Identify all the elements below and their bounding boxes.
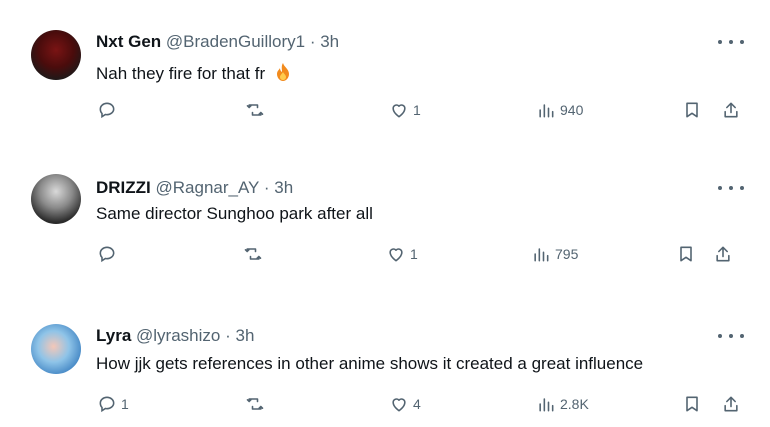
view-count: 2.8K bbox=[560, 396, 589, 412]
heart-icon bbox=[392, 398, 406, 412]
reply-icon bbox=[99, 102, 115, 119]
like-count: 1 bbox=[413, 102, 421, 118]
bookmark-button[interactable] bbox=[676, 244, 696, 264]
fire-emoji-icon bbox=[276, 63, 289, 81]
reply-card[interactable]: Nxt Gen @BradenGuillory1 · 3h Nah they f… bbox=[0, 0, 770, 140]
share-button[interactable] bbox=[721, 100, 741, 120]
repost-icon bbox=[246, 104, 264, 116]
display-name[interactable]: Nxt Gen bbox=[96, 32, 161, 51]
like-button[interactable]: 1 bbox=[389, 100, 421, 120]
display-name[interactable]: Lyra bbox=[96, 326, 131, 345]
avatar[interactable] bbox=[31, 30, 81, 80]
display-name[interactable]: DRIZZI bbox=[96, 178, 151, 197]
heart-icon bbox=[389, 248, 403, 262]
heart-icon bbox=[392, 104, 406, 118]
share-button[interactable] bbox=[713, 244, 733, 264]
more-options-button[interactable] bbox=[718, 328, 744, 344]
reply-icon bbox=[99, 396, 115, 413]
like-count: 4 bbox=[413, 396, 421, 412]
reply-text: Same director Sunghoo park after all bbox=[96, 204, 373, 223]
reply-button[interactable] bbox=[97, 100, 121, 120]
timestamp[interactable]: 3h bbox=[236, 326, 255, 345]
bookmark-icon bbox=[686, 396, 698, 412]
reply-text: Nah they fire for that fr bbox=[96, 64, 266, 83]
bookmark-icon bbox=[686, 102, 698, 118]
handle[interactable]: @Ragnar_AY bbox=[156, 178, 260, 197]
timestamp[interactable]: 3h bbox=[274, 178, 293, 197]
like-button[interactable]: 4 bbox=[389, 394, 421, 414]
handle[interactable]: @BradenGuillory1 bbox=[166, 32, 305, 51]
reply-count: 1 bbox=[121, 396, 129, 412]
repost-button[interactable] bbox=[245, 100, 269, 120]
reply-card[interactable]: DRIZZI @Ragnar_AY · 3h Same director Sun… bbox=[0, 140, 770, 290]
reply-text: How jjk gets references in other anime s… bbox=[96, 354, 644, 373]
timestamp[interactable]: 3h bbox=[320, 32, 339, 51]
more-options-button[interactable] bbox=[718, 34, 744, 50]
share-icon bbox=[724, 102, 738, 118]
bookmark-button[interactable] bbox=[682, 100, 702, 120]
views-button[interactable]: 940 bbox=[536, 100, 583, 120]
analytics-icon bbox=[539, 398, 554, 412]
analytics-icon bbox=[539, 104, 554, 118]
share-button[interactable] bbox=[721, 394, 741, 414]
views-button[interactable]: 2.8K bbox=[536, 394, 589, 414]
bookmark-button[interactable] bbox=[682, 394, 702, 414]
separator: · bbox=[309, 32, 316, 51]
view-count: 940 bbox=[560, 102, 584, 118]
view-count: 795 bbox=[555, 246, 579, 262]
reply-icon bbox=[99, 246, 115, 263]
analytics-icon bbox=[534, 248, 549, 262]
reply-card[interactable]: Lyra @lyrashizo · 3h How jjk gets refere… bbox=[0, 290, 770, 427]
views-button[interactable]: 795 bbox=[531, 244, 578, 264]
separator: · bbox=[263, 178, 270, 197]
repost-button[interactable] bbox=[245, 394, 269, 414]
separator: · bbox=[225, 326, 231, 345]
reply-button[interactable] bbox=[97, 244, 121, 264]
bookmark-icon bbox=[680, 246, 692, 262]
handle[interactable]: @lyrashizo bbox=[136, 326, 220, 345]
avatar[interactable] bbox=[31, 174, 81, 224]
like-button[interactable]: 1 bbox=[386, 244, 418, 264]
like-count: 1 bbox=[410, 246, 418, 262]
repost-icon bbox=[246, 398, 264, 410]
repost-icon bbox=[244, 248, 262, 260]
avatar[interactable] bbox=[31, 324, 81, 374]
more-options-button[interactable] bbox=[718, 180, 744, 196]
share-icon bbox=[716, 246, 730, 262]
share-icon bbox=[724, 396, 738, 412]
reply-button[interactable]: 1 bbox=[97, 394, 129, 414]
repost-button[interactable] bbox=[243, 244, 267, 264]
